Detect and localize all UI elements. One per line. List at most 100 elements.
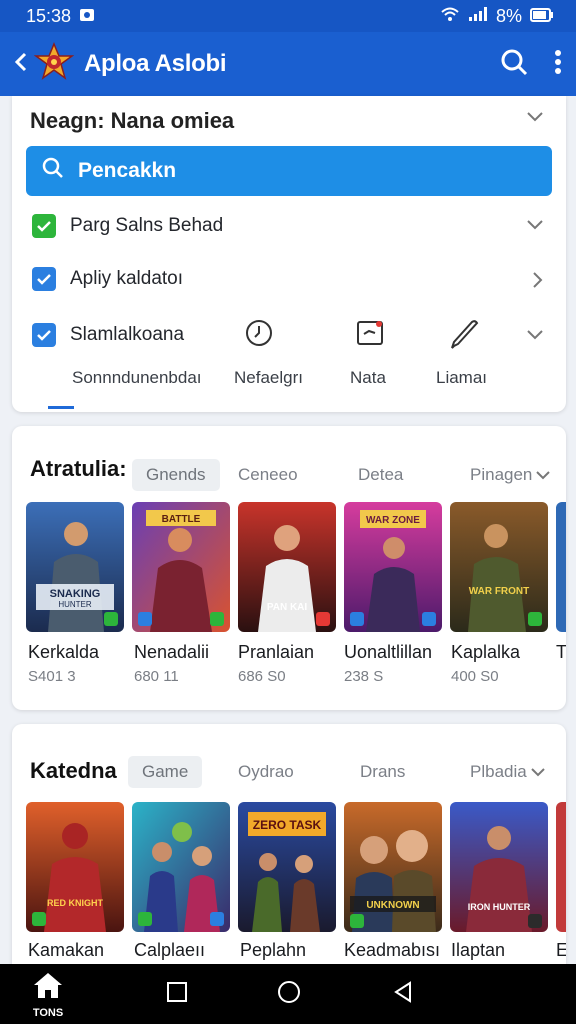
status-time: 15:38: [26, 5, 72, 26]
tab-label: Pinagen: [470, 465, 533, 484]
navigation-bar: TONS: [0, 964, 576, 1024]
chevron-down-icon: [536, 465, 551, 485]
game-title[interactable]: Ilaptan: [451, 940, 505, 961]
section-card-1: Atratulia: Gnends Ceneeo Detea Pinagen S…: [12, 426, 566, 710]
chevron-down-icon: [531, 762, 545, 782]
quick-action-label[interactable]: Liamaı: [436, 368, 487, 388]
svg-text:BATTLE: BATTLE: [162, 514, 201, 525]
game-thumbnail[interactable]: PAN KAI: [238, 502, 336, 632]
pen-icon[interactable]: [448, 318, 480, 355]
checkbox-checked-icon[interactable]: [32, 267, 56, 291]
signal-icon: [468, 6, 488, 27]
home-icon: [31, 970, 65, 1005]
status-bar: 15:38 8%: [0, 0, 576, 32]
game-title[interactable]: Calplaeıı: [134, 940, 205, 961]
filter-row-label: Slamlalkoana: [70, 324, 185, 345]
game-subtitle: 680 11: [134, 668, 179, 685]
checkbox-checked-icon[interactable]: [32, 214, 56, 238]
game-thumbnail[interactable]: ZERO TASK: [238, 802, 336, 932]
game-title[interactable]: Pranlaian: [238, 642, 314, 663]
game-thumbnail[interactable]: IRON HUNTER: [450, 802, 548, 932]
filter-card: Neagn: Nana omiea Pencakkn Parg Salns Be…: [12, 96, 566, 412]
svg-text:ZERO TASK: ZERO TASK: [253, 818, 322, 832]
tab-selected[interactable]: Game: [128, 756, 203, 788]
game-thumbnail[interactable]: UNKNOWN: [344, 802, 442, 932]
game-thumbnail[interactable]: [556, 502, 566, 632]
quick-action-label[interactable]: Nefaelgrı: [234, 368, 303, 388]
home-label: TONS: [32, 1006, 64, 1019]
game-title[interactable]: Keadmabısı: [344, 940, 440, 961]
game-subtitle: 238 S: [344, 668, 384, 685]
chevron-down-icon[interactable]: [526, 110, 544, 128]
active-tab-indicator: [48, 406, 74, 409]
game-title[interactable]: Nenadalii: [134, 642, 209, 663]
app-title: Aploa Aslobi: [84, 50, 227, 77]
game-title[interactable]: Uonaltlillan: [344, 642, 432, 663]
app-bar: Aploa Aslobi: [0, 32, 576, 96]
svg-text:PAN KAI: PAN KAI: [267, 602, 308, 613]
chevron-down-icon[interactable]: [526, 218, 544, 236]
game-title[interactable]: Kamakan: [28, 940, 104, 961]
svg-text:HUNTER: HUNTER: [58, 600, 92, 609]
section-title: Katedna: [30, 758, 117, 783]
svg-text:IRON HUNTER: IRON HUNTER: [468, 902, 531, 912]
notification-icon: [79, 6, 95, 27]
game-title[interactable]: E: [556, 940, 566, 961]
tab[interactable]: Oydrao: [238, 762, 294, 782]
game-thumbnail[interactable]: [556, 802, 566, 932]
svg-text:WAR ZONE: WAR ZONE: [366, 515, 420, 526]
filter-row[interactable]: Parg Salns Behad: [32, 211, 223, 241]
app-logo: [33, 41, 75, 87]
back-icon[interactable]: [14, 51, 28, 78]
svg-text:SNAKING: SNAKING: [50, 588, 101, 600]
recents-button[interactable]: [162, 964, 192, 1024]
game-title[interactable]: Tı: [556, 642, 566, 663]
home-button[interactable]: TONS: [26, 964, 70, 1024]
tab-dropdown[interactable]: Pinagen: [470, 465, 551, 485]
svg-text:RED KNIGHT: RED KNIGHT: [47, 898, 104, 908]
game-title[interactable]: Peplahn: [240, 940, 306, 961]
game-thumbnail[interactable]: WAR FRONT: [450, 502, 548, 632]
game-thumbnail[interactable]: [132, 802, 230, 932]
search-button[interactable]: Pencakkn: [26, 146, 552, 196]
svg-text:UNKNOWN: UNKNOWN: [366, 900, 419, 911]
search-label: Pencakkn: [78, 159, 177, 182]
filter-row[interactable]: Apliy kaldatoı: [32, 264, 183, 294]
tab[interactable]: Ceneeo: [238, 465, 298, 485]
section-card-2: Katedna Game Oydrao Drans Plbadia RED KN…: [12, 724, 566, 984]
tab[interactable]: Drans: [360, 762, 405, 782]
game-title[interactable]: Kaplalka: [451, 642, 520, 663]
square-icon: [166, 981, 188, 1008]
note-icon[interactable]: [355, 318, 385, 353]
back-button[interactable]: [388, 964, 418, 1024]
game-title[interactable]: Kerkalda: [28, 642, 99, 663]
filter-row[interactable]: Slamlalkoana: [32, 320, 184, 350]
search-icon: [42, 157, 64, 185]
game-thumbnail[interactable]: BATTLE: [132, 502, 230, 632]
battery-percent: 8%: [495, 5, 522, 26]
quick-action-label[interactable]: Nata: [350, 368, 386, 388]
tab-selected[interactable]: Gnends: [132, 459, 220, 491]
game-row: RED KNIGHT ZERO TASK UNKNOWN IRON HUNTER…: [12, 802, 566, 964]
chevron-right-icon[interactable]: [532, 271, 544, 294]
battery-icon: [530, 6, 554, 27]
section-title: Atratulia:: [30, 456, 127, 481]
search-icon[interactable]: [500, 48, 528, 81]
game-thumbnail[interactable]: WAR ZONE: [344, 502, 442, 632]
tab-dropdown[interactable]: Plbadia: [470, 762, 545, 782]
game-subtitle: 400 S0: [451, 668, 499, 685]
more-options-icon[interactable]: [554, 49, 562, 80]
circle-icon: [277, 980, 301, 1009]
game-subtitle: S401 3: [28, 668, 76, 685]
clock-icon[interactable]: [244, 318, 274, 353]
game-thumbnail[interactable]: RED KNIGHT: [26, 802, 124, 932]
checkbox-checked-icon[interactable]: [32, 323, 56, 347]
home-circle-button[interactable]: [274, 964, 304, 1024]
game-subtitle: 686 S0: [238, 668, 286, 685]
quick-action-label[interactable]: Sonnndunenbdaı: [72, 368, 202, 388]
chevron-down-icon[interactable]: [526, 328, 544, 346]
game-thumbnail[interactable]: SNAKING HUNTER: [26, 502, 124, 632]
tab[interactable]: Detea: [358, 465, 403, 485]
filter-row-label: Apliy kaldatoı: [70, 268, 184, 289]
filter-header: Neagn: Nana omiea: [30, 108, 235, 133]
